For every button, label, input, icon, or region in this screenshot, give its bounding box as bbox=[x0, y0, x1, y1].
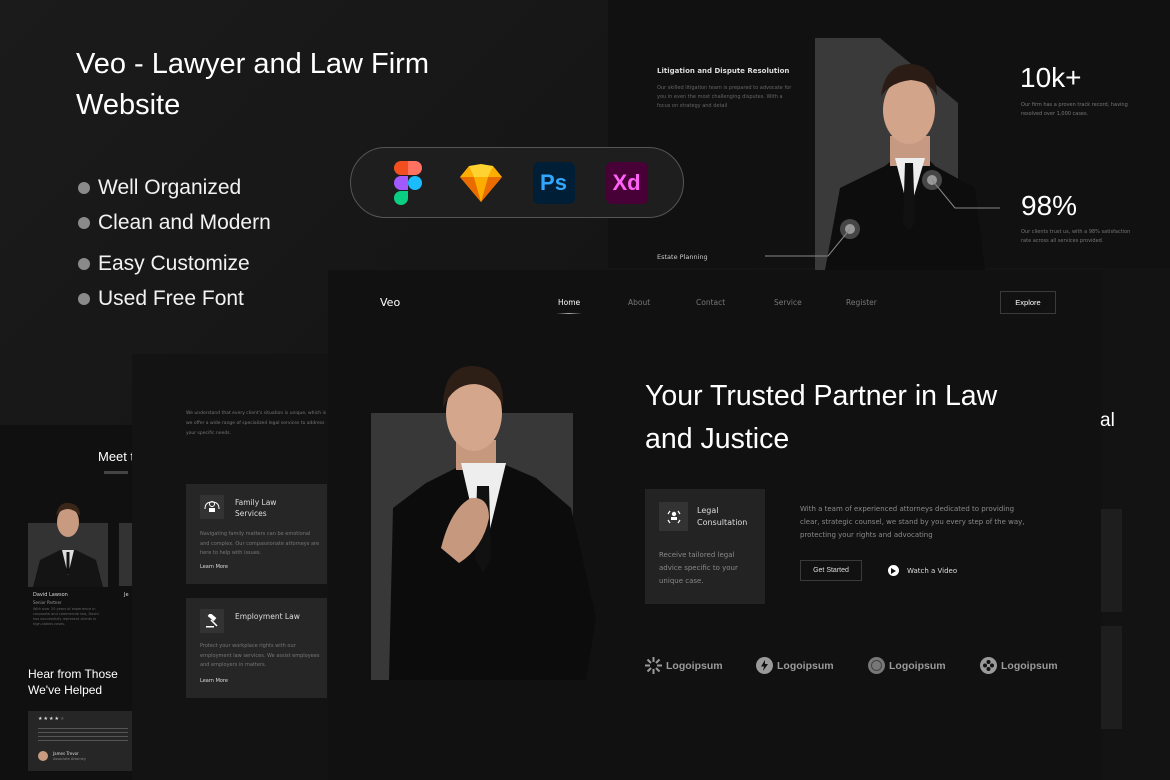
member-role: Senior Partner bbox=[33, 600, 62, 605]
watch-video-link[interactable]: Watch a Video bbox=[888, 565, 957, 576]
clover-logo-icon bbox=[980, 657, 997, 674]
feature-list: Well Organized Clean and Modern Easy Cus… bbox=[78, 170, 271, 316]
tool-badges: Ps Xd bbox=[350, 147, 684, 218]
figma-icon bbox=[387, 160, 429, 205]
nav-about[interactable]: About bbox=[628, 298, 650, 307]
member-name-2: Je bbox=[124, 592, 129, 598]
callout-lines bbox=[765, 170, 1000, 257]
partner-logo: Logoipsum bbox=[756, 657, 834, 674]
bullet-icon bbox=[78, 181, 90, 194]
hero-lawyer-photo bbox=[371, 366, 596, 680]
member-name: David Lawson bbox=[33, 592, 68, 598]
member-description: With over 20 years of experience in corp… bbox=[33, 607, 99, 626]
consultation-icon bbox=[659, 502, 688, 531]
stat-satisfaction-value: 98% bbox=[1021, 190, 1078, 221]
services-intro: We understand that every client's situat… bbox=[186, 411, 327, 436]
feature-item: Well Organized bbox=[78, 170, 271, 205]
bullet-icon bbox=[78, 257, 90, 270]
sketch-icon bbox=[459, 162, 502, 204]
reviewer-name: James Trevor bbox=[53, 751, 79, 756]
service-card-family[interactable]: Family Law Services Navigating family ma… bbox=[186, 484, 327, 584]
product-title: Veo - Lawyer and Law Firm Website bbox=[76, 48, 429, 121]
learn-more-link[interactable]: Learn More bbox=[200, 678, 228, 684]
globe-logo-icon bbox=[868, 657, 885, 674]
stat-cases-value: 10k+ bbox=[1020, 62, 1082, 93]
hero-headline: Your Trusted Partner in Law and Justice bbox=[645, 380, 998, 455]
service-card-employment[interactable]: Employment Law Protect your workplace ri… bbox=[186, 598, 327, 698]
preview-canvas: Litigation and Dispute Resolution Our sk… bbox=[0, 0, 1170, 780]
partner-logo: Logoipsum bbox=[868, 657, 946, 674]
stat-cases-desc: Our firm has a proven track record, havi… bbox=[1021, 102, 1128, 117]
service-title: Litigation and Dispute Resolution bbox=[657, 67, 790, 75]
service-description: Our skilled litigation team is prepared … bbox=[657, 85, 792, 109]
feature-item: Easy Customize bbox=[78, 246, 271, 281]
team-subtext bbox=[104, 471, 128, 474]
hero-intro-text: With a team of experienced attorneys ded… bbox=[800, 505, 1025, 539]
get-started-button[interactable]: Get Started bbox=[800, 560, 862, 581]
adobe-xd-icon: Xd bbox=[605, 161, 648, 204]
side-card-fragment bbox=[1101, 626, 1122, 729]
team-member-photo-2 bbox=[119, 523, 132, 586]
team-member-photo bbox=[28, 502, 108, 587]
testimonials-heading: Hear from Those We've Helped bbox=[28, 667, 118, 697]
bullet-icon bbox=[78, 216, 90, 229]
team-heading-fragment: Meet t bbox=[98, 449, 135, 464]
card-title: Family Law Services bbox=[235, 498, 277, 518]
photoshop-icon: Ps bbox=[532, 161, 575, 204]
avatar bbox=[38, 751, 48, 761]
partner-logo: Logoipsum bbox=[980, 657, 1058, 674]
nav-register[interactable]: Register bbox=[846, 298, 877, 307]
nav-contact[interactable]: Contact bbox=[696, 298, 725, 307]
bullet-icon bbox=[78, 292, 90, 305]
active-indicator bbox=[556, 313, 583, 314]
learn-more-link[interactable]: Learn More bbox=[200, 564, 228, 570]
rating-stars: ★★★★★ bbox=[38, 716, 66, 722]
reviewer-role: Associate Attorney bbox=[53, 757, 86, 761]
card-description: Protect your workplace rights with our e… bbox=[200, 643, 320, 668]
testimonial-card: ★★★★★ James Trevor Associate Attorney bbox=[28, 711, 132, 771]
family-icon bbox=[200, 495, 224, 519]
feature-item: Clean and Modern bbox=[78, 205, 271, 240]
gavel-icon bbox=[200, 609, 224, 633]
site-logo[interactable]: Veo bbox=[380, 296, 400, 309]
partner-logo: Logoipsum bbox=[645, 657, 723, 674]
bolt-logo-icon bbox=[756, 657, 773, 674]
card-title: Employment Law bbox=[235, 612, 300, 621]
side-card-fragment bbox=[1101, 509, 1122, 612]
watch-video-label: Watch a Video bbox=[907, 566, 958, 575]
feature-item: Used Free Font bbox=[78, 281, 271, 316]
consultation-title: Legal Consultation bbox=[697, 506, 748, 527]
consultation-description: Receive tailored legal advice specific t… bbox=[659, 551, 738, 585]
sunburst-logo-icon bbox=[645, 657, 662, 674]
side-heading-fragment: al bbox=[1100, 410, 1115, 431]
play-icon bbox=[888, 565, 899, 576]
card-description: Navigating family matters can be emotion… bbox=[200, 531, 320, 556]
estate-planning-label: Estate Planning bbox=[657, 253, 708, 261]
testimonial-text bbox=[38, 728, 128, 742]
nav-home[interactable]: Home bbox=[556, 298, 583, 314]
stat-satisfaction-desc: Our clients trust us, with a 98% satisfa… bbox=[1021, 229, 1131, 244]
nav-service[interactable]: Service bbox=[774, 298, 802, 307]
explore-button[interactable]: Explore bbox=[1000, 291, 1056, 314]
